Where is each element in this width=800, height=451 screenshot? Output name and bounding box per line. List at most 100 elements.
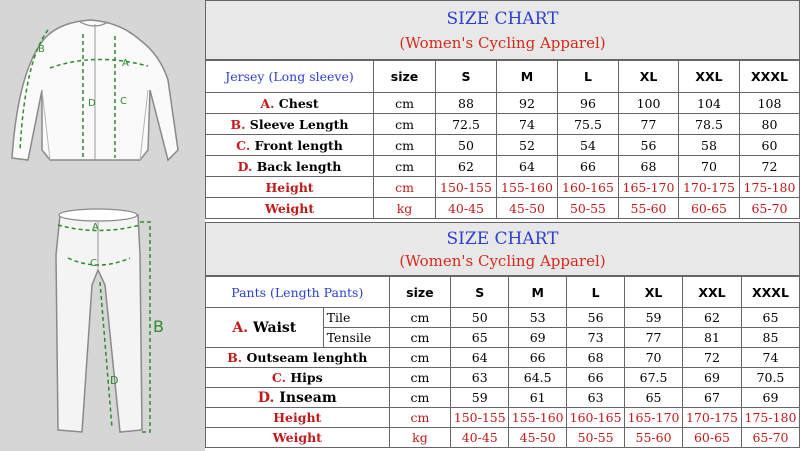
jersey-size-table: Jersey (Long sleeve) size S M L XL XXL X… bbox=[205, 60, 800, 219]
cell-value: 62 bbox=[435, 155, 497, 177]
cell-value: 45-50 bbox=[508, 427, 568, 448]
cell-value: 165-170 bbox=[624, 407, 684, 428]
cell-value: 55-60 bbox=[618, 197, 679, 219]
cell-value: 175-180 bbox=[740, 407, 800, 428]
garment-diagrams: B A C D A C B D bbox=[11, 19, 179, 433]
cell-value: 85 bbox=[740, 327, 800, 348]
cell-value: 69 bbox=[682, 367, 742, 388]
row-name: Inseam bbox=[279, 389, 337, 406]
row-letter: A. bbox=[260, 95, 275, 111]
jersey-chart-header: SIZE CHART (Women's Cycling Apparel) bbox=[205, 0, 800, 60]
size-xxl: XXL bbox=[682, 276, 742, 308]
size-l: L bbox=[557, 60, 619, 93]
row-name: Front length bbox=[254, 137, 343, 153]
cell-value: 69 bbox=[740, 387, 800, 408]
cell-value: 96 bbox=[557, 92, 619, 114]
cell-value: 68 bbox=[618, 155, 679, 177]
row-unit: cm bbox=[388, 347, 452, 368]
cell-value: 50-55 bbox=[566, 427, 626, 448]
pants-label-a: A bbox=[92, 222, 99, 233]
cell-value: 63 bbox=[450, 367, 510, 388]
jersey-label-b: B bbox=[38, 44, 45, 55]
cell-value: 72.5 bbox=[435, 113, 497, 135]
row-unit: kg bbox=[373, 197, 436, 219]
cell-value: 68 bbox=[566, 347, 626, 368]
size-header: size bbox=[388, 276, 452, 308]
pants-header-row: Pants (Length Pants) size S M L XL XXL X… bbox=[205, 276, 800, 308]
cell-value: 40-45 bbox=[435, 197, 497, 219]
pants-label-d: D bbox=[110, 374, 118, 387]
row-name: Waist bbox=[253, 319, 297, 336]
cell-value: 60-65 bbox=[678, 197, 740, 219]
row-unit: cm bbox=[388, 307, 452, 328]
cell-value: 165-170 bbox=[618, 176, 679, 198]
size-chart-panel: SIZE CHART (Women's Cycling Apparel) Jer… bbox=[205, 0, 800, 451]
row-letter: D. bbox=[237, 158, 253, 174]
sub-row-name: Tile bbox=[322, 307, 390, 328]
cell-value: 160-165 bbox=[557, 176, 619, 198]
jersey-illustration bbox=[11, 19, 179, 162]
row-unit: cm bbox=[388, 407, 452, 428]
weight-row: Weight kg 40-45 45-50 50-55 55-60 60-65 … bbox=[205, 427, 800, 448]
cell-value: 170-175 bbox=[682, 407, 742, 428]
weight-label: Weight bbox=[205, 197, 374, 219]
height-label: Height bbox=[205, 176, 374, 198]
cell-value: 64 bbox=[496, 155, 558, 177]
jersey-chart-title: SIZE CHART bbox=[446, 9, 559, 29]
cell-value: 64 bbox=[450, 347, 510, 368]
size-l: L bbox=[566, 276, 626, 308]
cell-value: 69 bbox=[508, 327, 568, 348]
row-unit: kg bbox=[388, 427, 452, 448]
cell-value: 65 bbox=[740, 307, 800, 328]
size-xxxl: XXXL bbox=[740, 276, 800, 308]
cell-value: 100 bbox=[618, 92, 679, 114]
cell-value: 64.5 bbox=[508, 367, 568, 388]
row-name: Sleeve Length bbox=[249, 116, 349, 132]
cell-value: 65-70 bbox=[739, 197, 800, 219]
cell-value: 72 bbox=[682, 347, 742, 368]
cell-value: 63 bbox=[566, 387, 626, 408]
size-m: M bbox=[496, 60, 558, 93]
cell-value: 58 bbox=[678, 134, 740, 156]
size-xl: XL bbox=[624, 276, 684, 308]
cell-value: 170-175 bbox=[678, 176, 740, 198]
cell-value: 175-180 bbox=[739, 176, 800, 198]
cell-value: 73 bbox=[566, 327, 626, 348]
row-letter: C. bbox=[236, 137, 251, 153]
row-unit: cm bbox=[388, 387, 452, 408]
sub-row-name: Tensile bbox=[322, 327, 390, 348]
row-letter: B. bbox=[227, 350, 243, 365]
row-unit: cm bbox=[373, 155, 436, 177]
row-label: A. Chest bbox=[205, 92, 374, 114]
jersey-label-d: D bbox=[88, 98, 96, 109]
cell-value: 70 bbox=[624, 347, 684, 368]
cell-value: 150-155 bbox=[450, 407, 510, 428]
cell-value: 53 bbox=[508, 307, 568, 328]
table-row: D. Back length cm 62 64 66 68 70 72 bbox=[205, 155, 800, 177]
cell-value: 70.5 bbox=[740, 367, 800, 388]
table-row: B. Outseam lenghth cm 64 66 68 70 72 74 bbox=[205, 347, 800, 368]
row-name: Chest bbox=[278, 95, 319, 111]
row-name: Outseam lenghth bbox=[246, 350, 368, 365]
cell-value: 60 bbox=[739, 134, 800, 156]
row-label: D. Inseam bbox=[205, 387, 390, 408]
size-m: M bbox=[508, 276, 568, 308]
cell-value: 56 bbox=[566, 307, 626, 328]
jersey-label-c: C bbox=[120, 96, 127, 107]
cell-value: 92 bbox=[496, 92, 558, 114]
cell-value: 59 bbox=[624, 307, 684, 328]
cell-value: 62 bbox=[682, 307, 742, 328]
height-label: Height bbox=[205, 407, 390, 428]
cell-value: 78.5 bbox=[678, 113, 740, 135]
size-xxl: XXL bbox=[678, 60, 740, 93]
cell-value: 150-155 bbox=[435, 176, 497, 198]
cell-value: 59 bbox=[450, 387, 510, 408]
row-unit: cm bbox=[373, 92, 436, 114]
row-name: Hips bbox=[290, 370, 323, 385]
cell-value: 52 bbox=[496, 134, 558, 156]
row-label: C. Hips bbox=[205, 367, 390, 388]
table-row: D. Inseam cm 59 61 63 65 67 69 bbox=[205, 387, 800, 408]
cell-value: 54 bbox=[557, 134, 619, 156]
pants-chart-subtitle: (Women's Cycling Apparel) bbox=[399, 252, 606, 270]
weight-row: Weight kg 40-45 45-50 50-55 55-60 60-65 … bbox=[205, 197, 800, 219]
